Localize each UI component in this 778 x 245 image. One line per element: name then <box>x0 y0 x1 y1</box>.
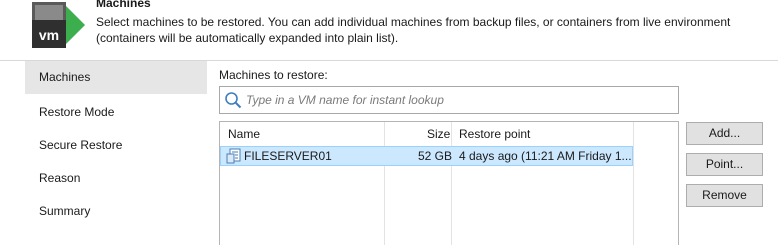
machines-table: Name Size Restore point FILESERVER01 52 … <box>219 121 679 245</box>
row-restore-point: 4 days ago (11:21 AM Friday 1... <box>459 149 632 163</box>
column-header-restore-point[interactable]: Restore point <box>459 122 530 146</box>
wizard-steps-sidebar: Machines Restore Mode Secure Restore Rea… <box>25 61 207 245</box>
sidebar-item-machines[interactable]: Machines <box>25 61 207 94</box>
vm-search-box[interactable] <box>219 86 679 114</box>
sidebar-item-summary[interactable]: Summary <box>25 195 207 228</box>
server-icon <box>226 148 241 164</box>
page-title: Machines <box>96 0 151 10</box>
vm-icon: vm <box>32 2 85 48</box>
column-header-name[interactable]: Name <box>228 122 260 146</box>
sidebar-item-reason[interactable]: Reason <box>25 162 207 195</box>
column-separator <box>633 122 634 245</box>
wizard-header: vm Machines Select machines to be restor… <box>0 0 778 60</box>
page-description: Select machines to be restored. You can … <box>96 15 731 45</box>
column-separator <box>451 122 452 245</box>
vm-icon-label: vm <box>39 27 59 43</box>
table-row[interactable]: FILESERVER01 52 GB 4 days ago (11:21 AM … <box>220 146 633 166</box>
table-header: Name Size Restore point <box>220 122 678 146</box>
sidebar-item-secure-restore[interactable]: Secure Restore <box>25 129 207 162</box>
column-header-size[interactable]: Size <box>427 122 450 146</box>
column-separator <box>384 122 385 245</box>
add-button[interactable]: Add... <box>686 122 763 145</box>
remove-button[interactable]: Remove <box>686 184 763 207</box>
row-name: FILESERVER01 <box>244 149 332 163</box>
machines-to-restore-label: Machines to restore: <box>219 68 328 82</box>
point-button[interactable]: Point... <box>686 153 763 176</box>
sidebar-item-restore-mode[interactable]: Restore Mode <box>25 96 207 129</box>
row-size: 52 GB <box>418 149 453 163</box>
search-icon <box>225 92 242 109</box>
vm-search-input[interactable] <box>246 90 666 110</box>
